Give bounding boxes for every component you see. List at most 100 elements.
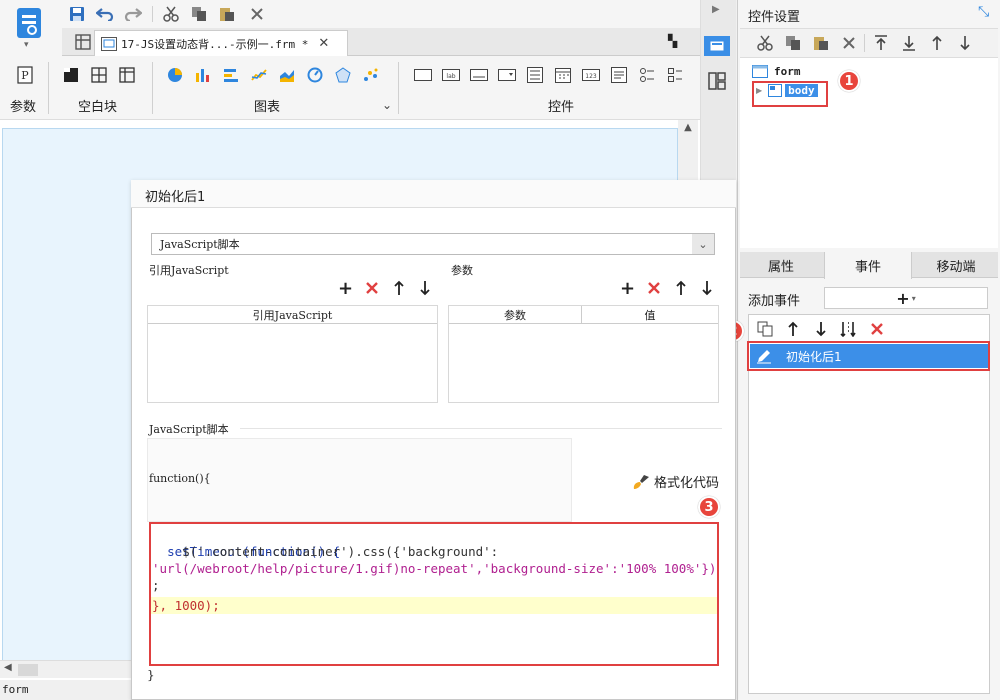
list-widget-icon[interactable] bbox=[524, 64, 546, 86]
label-widget-icon[interactable]: lab bbox=[440, 64, 462, 86]
dropdown-arrow-icon: ▾ bbox=[911, 293, 916, 303]
param-up-icon[interactable] bbox=[675, 280, 687, 296]
chart-expand-icon[interactable]: ⌄ bbox=[382, 98, 392, 112]
tab-block-icon[interactable] bbox=[88, 64, 110, 86]
delete-icon[interactable] bbox=[246, 3, 268, 25]
ref-js-label: 引用JavaScript bbox=[149, 264, 229, 277]
button-widget-icon[interactable] bbox=[412, 64, 434, 86]
panel-paste-icon[interactable] bbox=[810, 32, 832, 54]
script-section-divider bbox=[240, 428, 722, 429]
tab-menu-icon[interactable]: ▚ bbox=[668, 34, 677, 48]
scatter-chart-icon[interactable] bbox=[360, 64, 382, 86]
tab-close-icon[interactable]: ✕ bbox=[318, 36, 329, 51]
tab-properties-label: 属性 bbox=[767, 259, 794, 275]
param-down-icon[interactable] bbox=[701, 280, 713, 296]
separator bbox=[864, 34, 865, 52]
absolute-block-icon[interactable] bbox=[60, 64, 82, 86]
tab-document[interactable]: 17-JS设置动态背...-示例一.frm * ✕ bbox=[94, 30, 348, 56]
scroll-left-icon[interactable]: ◀ bbox=[4, 662, 12, 673]
panel-delete-icon[interactable] bbox=[838, 32, 860, 54]
group-label-blank-block: 空白块 bbox=[78, 100, 118, 115]
ribbon-separator bbox=[48, 62, 49, 114]
form-file-icon bbox=[101, 36, 117, 51]
event-up-icon[interactable] bbox=[782, 318, 804, 340]
scroll-up-icon[interactable]: ▲ bbox=[678, 120, 698, 133]
ref-js-column-label: 引用JavaScript bbox=[252, 308, 333, 322]
dialog-title: 初始化后1 bbox=[145, 190, 206, 205]
func-header-text: function(){ bbox=[149, 472, 211, 485]
form-node-icon bbox=[752, 65, 768, 78]
radio-group-icon[interactable] bbox=[636, 64, 658, 86]
add-event-button[interactable]: + ▾ bbox=[824, 287, 988, 309]
svg-text:123: 123 bbox=[585, 73, 597, 80]
event-delete-icon[interactable] bbox=[866, 318, 888, 340]
tree-node-form-label: form bbox=[774, 65, 801, 78]
logo-dropdown-icon[interactable]: ▾ bbox=[24, 40, 29, 50]
combobox-widget-icon[interactable] bbox=[496, 64, 518, 86]
textarea-widget-icon[interactable] bbox=[608, 64, 630, 86]
radar-chart-icon[interactable] bbox=[332, 64, 354, 86]
param-delete-icon[interactable] bbox=[647, 281, 661, 295]
paste-icon[interactable] bbox=[216, 3, 238, 25]
move-up-icon[interactable] bbox=[926, 32, 948, 54]
app-logo-icon[interactable] bbox=[14, 6, 44, 42]
param-column-label: 参数 bbox=[504, 308, 526, 322]
param-icon[interactable]: P bbox=[14, 64, 36, 86]
layout-mode-icon[interactable] bbox=[708, 72, 726, 90]
event-down-icon[interactable] bbox=[810, 318, 832, 340]
area-chart-icon[interactable] bbox=[276, 64, 298, 86]
grid-view-icon[interactable] bbox=[72, 31, 94, 53]
tab-properties[interactable]: 属性 bbox=[740, 252, 822, 278]
func-header-area bbox=[147, 438, 572, 522]
ref-js-down-icon[interactable] bbox=[419, 280, 431, 296]
undo-icon[interactable] bbox=[94, 3, 116, 25]
checkbox-group-icon[interactable] bbox=[664, 64, 686, 86]
event-sort-icon[interactable] bbox=[838, 318, 860, 340]
annotation-badge-3: 3 bbox=[698, 496, 720, 518]
script-section-label: JavaScript脚本 bbox=[149, 423, 229, 436]
param-add-icon[interactable]: + bbox=[620, 279, 635, 299]
ref-js-column-header: 引用JavaScript bbox=[148, 306, 437, 324]
move-bottom-icon[interactable] bbox=[898, 32, 920, 54]
horizontal-bar-icon[interactable] bbox=[220, 64, 242, 86]
format-code-button[interactable]: 格式化代码 bbox=[632, 472, 719, 491]
move-top-icon[interactable] bbox=[870, 32, 892, 54]
number-widget-icon[interactable]: 123 bbox=[580, 64, 602, 86]
date-widget-icon[interactable] bbox=[552, 64, 574, 86]
svg-text:P: P bbox=[21, 69, 29, 82]
param-column-header: 参数 bbox=[449, 306, 582, 324]
ribbon-separator bbox=[398, 62, 399, 114]
gauge-chart-icon[interactable] bbox=[304, 64, 326, 86]
script-type-select[interactable]: JavaScript脚本 ⌄ bbox=[151, 233, 715, 255]
script-type-value: JavaScript脚本 bbox=[160, 238, 240, 251]
line-chart-icon[interactable] bbox=[248, 64, 270, 86]
ref-js-delete-icon[interactable] bbox=[365, 281, 379, 295]
dialog-header bbox=[131, 180, 736, 208]
pie-chart-icon[interactable] bbox=[164, 64, 186, 86]
copy-icon[interactable] bbox=[188, 3, 210, 25]
cut-icon[interactable] bbox=[160, 3, 182, 25]
tree-node-form[interactable]: form bbox=[752, 65, 801, 78]
bar-chart-icon[interactable] bbox=[192, 64, 214, 86]
brush-icon bbox=[632, 474, 650, 490]
hscroll-thumb[interactable] bbox=[18, 664, 38, 676]
plus-icon: + bbox=[896, 288, 910, 308]
panel-copy-icon[interactable] bbox=[782, 32, 804, 54]
move-down-icon[interactable] bbox=[954, 32, 976, 54]
tab-mobile[interactable]: 移动端 bbox=[914, 252, 998, 278]
status-bar-label: form bbox=[2, 683, 29, 696]
ref-js-add-icon[interactable]: + bbox=[338, 279, 353, 299]
redo-icon[interactable] bbox=[122, 3, 144, 25]
annotation-box-2 bbox=[747, 341, 990, 371]
widget-mode-icon[interactable] bbox=[704, 36, 730, 56]
top-toolbar: ▾ 17-JS设置动态背...-示例一.frm * ✕ ▚ P 参数 空白块 图… bbox=[0, 0, 700, 120]
textfield-widget-icon[interactable] bbox=[468, 64, 490, 86]
tab-events[interactable]: 事件 bbox=[824, 252, 912, 279]
panel-cut-icon[interactable] bbox=[754, 32, 776, 54]
ref-js-up-icon[interactable] bbox=[393, 280, 405, 296]
report-block-icon[interactable] bbox=[116, 64, 138, 86]
event-copy-icon[interactable] bbox=[754, 318, 776, 340]
panel-pin-icon[interactable]: ⤡ bbox=[978, 4, 989, 20]
collapse-arrow-icon[interactable]: ▶ bbox=[712, 4, 720, 15]
save-icon[interactable] bbox=[66, 3, 88, 25]
